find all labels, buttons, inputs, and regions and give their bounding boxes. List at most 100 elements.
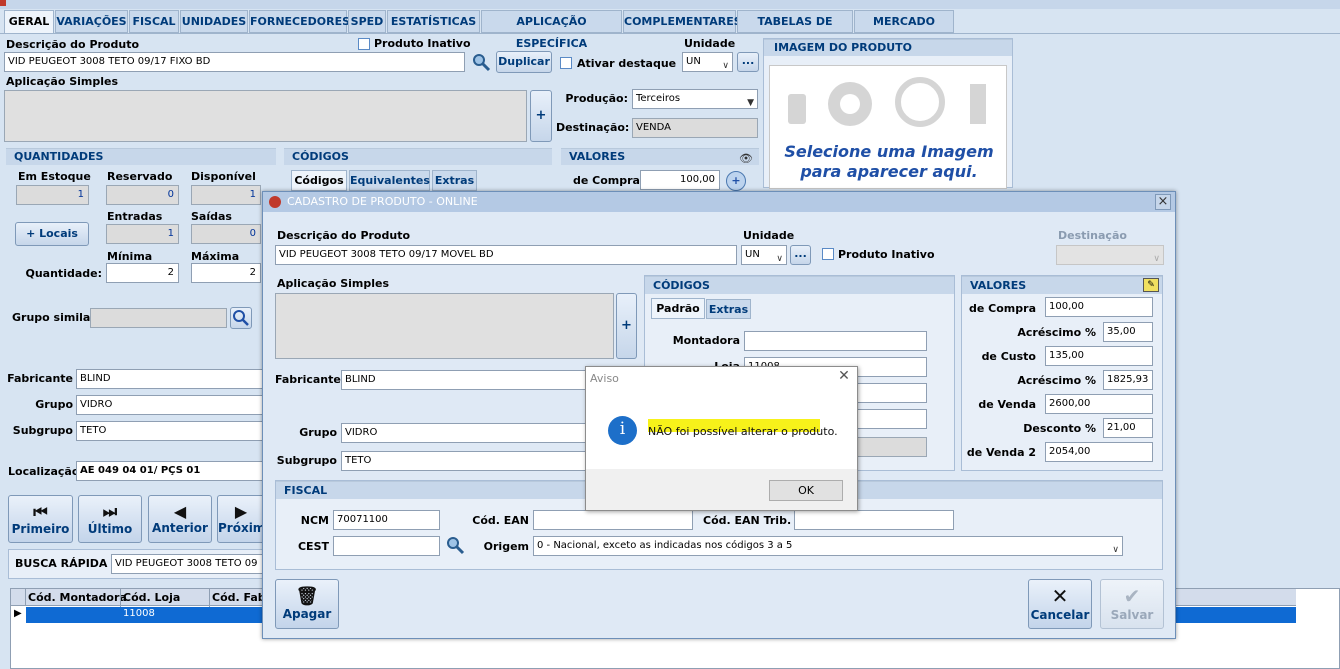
tab-mercado-livre[interactable]: MERCADO LIVRE bbox=[854, 10, 954, 50]
grid-col-loja[interactable]: Cód. Loja bbox=[123, 591, 180, 604]
x-icon: ✕ bbox=[1051, 584, 1069, 608]
dlg-subgrupo-field[interactable]: TETO bbox=[341, 451, 591, 471]
cancelar-label: Cancelar bbox=[1030, 608, 1090, 622]
dlg-acrescimo-1-field[interactable]: 35,00 bbox=[1103, 322, 1153, 342]
cod-tab-equivalentes[interactable]: Equivalentes bbox=[349, 170, 430, 191]
dialog-app-icon bbox=[269, 196, 281, 208]
plus-circle-icon[interactable]: + bbox=[726, 171, 746, 191]
salvar-button[interactable]: ✔ Salvar bbox=[1100, 579, 1164, 629]
dlg-de-venda-2-label: de Venda 2 bbox=[966, 446, 1036, 459]
minima-input[interactable]: 2 bbox=[106, 263, 179, 283]
ativar-destaque-checkbox[interactable] bbox=[560, 57, 572, 69]
subgrupo-label: Subgrupo bbox=[12, 424, 73, 437]
nav-proximo-button[interactable]: ▶ Próxim bbox=[217, 495, 265, 543]
imagem-header: IMAGEM DO PRODUTO bbox=[764, 39, 1012, 56]
eye-icon[interactable]: 👁 bbox=[739, 152, 753, 165]
de-compra-field[interactable]: 100,00 bbox=[640, 170, 720, 190]
dlg-acrescimo-2-field[interactable]: 1825,93 bbox=[1103, 370, 1153, 390]
tab-unidades[interactable]: UNIDADES bbox=[180, 10, 248, 33]
product-image-placeholder[interactable]: Selecione uma Imagem para aparecer aqui. bbox=[769, 65, 1007, 189]
dlg-cod-tab-extras[interactable]: Extras bbox=[706, 299, 751, 319]
ativar-destaque-label: Ativar destaque bbox=[577, 57, 677, 70]
tab-aplicacao-especifica[interactable]: APLICAÇÃO ESPECÍFICA bbox=[481, 10, 622, 50]
dlg-acrescimo-1-label: Acréscimo % bbox=[1017, 326, 1096, 339]
cest-search-icon[interactable] bbox=[445, 535, 465, 555]
dlg-ncm-field[interactable]: 70071100 bbox=[333, 510, 440, 530]
dialog-close-button[interactable]: × bbox=[1155, 194, 1171, 210]
cod-tab-extras[interactable]: Extras bbox=[432, 170, 477, 191]
aviso-title: Aviso bbox=[590, 372, 619, 385]
dlg-descricao-input[interactable]: VID PEUGEOT 3008 TETO 09/17 MOVEL BD bbox=[275, 245, 737, 265]
dlg-cod-tab-padrao[interactable]: Padrão bbox=[651, 298, 705, 319]
aviso-close-button[interactable]: ✕ bbox=[834, 368, 854, 386]
dlg-de-compra-field[interactable]: 100,00 bbox=[1045, 297, 1153, 317]
dlg-cest-field[interactable] bbox=[333, 536, 440, 556]
dlg-cod-ean-trib-field[interactable] bbox=[794, 510, 954, 530]
edit-pencil-icon[interactable]: ✎ bbox=[1143, 278, 1159, 292]
duplicar-button[interactable]: Duplicar bbox=[496, 51, 552, 73]
tab-fornecedores[interactable]: FORNECEDORES bbox=[249, 10, 350, 33]
apagar-button[interactable]: 🗑 Apagar bbox=[275, 579, 339, 629]
tab-estatisticas[interactable]: ESTATÍSTICAS bbox=[387, 10, 480, 33]
dlg-destinacao-label: Destinação bbox=[1058, 229, 1127, 242]
dlg-unidade-select[interactable]: UN ∨ bbox=[741, 245, 787, 265]
dlg-de-venda-field[interactable]: 2600,00 bbox=[1045, 394, 1153, 414]
dlg-unidade-more-button[interactable]: ... bbox=[790, 245, 811, 265]
aviso-ok-button[interactable]: OK bbox=[769, 480, 843, 501]
dlg-montadora-label: Montadora bbox=[672, 334, 740, 347]
cancelar-button[interactable]: ✕ Cancelar bbox=[1028, 579, 1092, 629]
dlg-aplicacao-textarea[interactable] bbox=[275, 293, 614, 359]
producao-select[interactable]: Terceiros ▼ bbox=[632, 89, 758, 109]
nav-ultimo-button[interactable]: ⏭ Último bbox=[78, 495, 142, 543]
nav-anterior-button[interactable]: ◀ Anterior bbox=[148, 495, 212, 543]
tab-variacoes[interactable]: VARIAÇÕES bbox=[55, 10, 128, 33]
dlg-de-custo-field[interactable]: 135,00 bbox=[1045, 346, 1153, 366]
produto-inativo-checkbox[interactable] bbox=[358, 38, 370, 50]
dlg-produto-inativo-checkbox[interactable] bbox=[822, 248, 834, 260]
dlg-origem-select[interactable]: 0 - Nacional, exceto as indicadas nos có… bbox=[533, 536, 1123, 556]
nav-primeiro-button[interactable]: ⏮ Primeiro bbox=[8, 495, 73, 543]
dlg-cod-ean-field[interactable] bbox=[533, 510, 693, 530]
dlg-unidade-value: UN bbox=[745, 249, 760, 260]
unidade-more-button[interactable]: ... bbox=[737, 52, 759, 72]
tab-complementares[interactable]: COMPLEMENTARES bbox=[623, 10, 742, 33]
unidade-select[interactable]: UN ∨ bbox=[682, 52, 733, 72]
dlg-aplicacao-add-button[interactable]: + bbox=[616, 293, 637, 359]
dlg-grupo-field[interactable]: VIDRO bbox=[341, 423, 591, 443]
apagar-label: Apagar bbox=[282, 607, 332, 621]
fabricante-field[interactable]: BLIND bbox=[76, 369, 266, 389]
tab-tabelas-de-preco[interactable]: TABELAS DE PREÇO bbox=[737, 10, 853, 50]
disponivel-label: Disponível bbox=[191, 170, 256, 183]
busca-rapida-input[interactable]: VID PEUGEOT 3008 TETO 09 bbox=[111, 554, 266, 574]
app-icon bbox=[0, 0, 6, 6]
dlg-montadora-field[interactable] bbox=[744, 331, 927, 351]
dlg-fabricante-field[interactable]: BLIND bbox=[341, 370, 591, 390]
main-tabbar: GERAL VARIAÇÕES FISCAL UNIDADES FORNECED… bbox=[0, 10, 1340, 50]
dlg-desconto-field[interactable]: 21,00 bbox=[1103, 418, 1153, 438]
skip-first-icon: ⏮ bbox=[33, 502, 48, 521]
imagem-panel: IMAGEM DO PRODUTO Selecione uma Imagem p… bbox=[763, 38, 1013, 189]
localizacao-field[interactable]: AE 049 04 01/ PÇS 01 bbox=[76, 461, 266, 481]
grupo-field[interactable]: VIDRO bbox=[76, 395, 266, 415]
maxima-input[interactable]: 2 bbox=[191, 263, 261, 283]
aplicacao-simples-textarea[interactable] bbox=[4, 90, 527, 142]
search-icon[interactable] bbox=[471, 52, 491, 72]
dlg-cod-ean-trib-label: Cód. EAN Trib. bbox=[703, 514, 792, 527]
tab-geral[interactable]: GERAL bbox=[4, 10, 54, 34]
grid-col-montadora[interactable]: Cód. Montadora bbox=[28, 591, 127, 604]
dlg-de-venda-2-field[interactable]: 2054,00 bbox=[1045, 442, 1153, 462]
dlg-aplicacao-label: Aplicação Simples bbox=[277, 277, 390, 290]
nav-anterior-label: Anterior bbox=[152, 521, 208, 535]
subgrupo-field[interactable]: TETO bbox=[76, 421, 266, 441]
destinacao-field: VENDA bbox=[632, 118, 758, 138]
tab-fiscal[interactable]: FISCAL bbox=[129, 10, 179, 33]
aplicacao-add-button[interactable]: + bbox=[530, 90, 552, 142]
descricao-input[interactable]: VID PEUGEOT 3008 TETO 09/17 FIXO BD bbox=[4, 52, 465, 72]
descricao-label: Descrição do Produto bbox=[6, 38, 140, 51]
em-estoque-field: 1 bbox=[16, 185, 89, 205]
grupo-similar-search-button[interactable] bbox=[230, 307, 252, 329]
check-icon: ✔ bbox=[1123, 584, 1141, 608]
locais-button[interactable]: + Locais bbox=[15, 222, 89, 246]
tab-sped[interactable]: SPED bbox=[348, 10, 386, 33]
cod-tab-codigos[interactable]: Códigos bbox=[291, 170, 347, 191]
